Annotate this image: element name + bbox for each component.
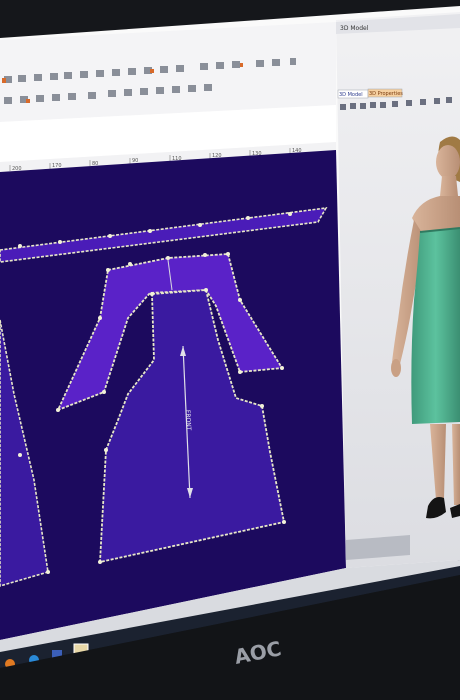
avatar-head: [436, 145, 460, 179]
avatar-dress: [411, 228, 460, 424]
3d-panel-title: 3D Model: [340, 25, 369, 32]
avatar-neck: [440, 176, 458, 196]
tab-3d-model-label: 3D Model: [339, 92, 363, 98]
piece-label-front: FRONT: [184, 410, 192, 431]
avatar-hand: [391, 359, 401, 377]
tab-3d-properties-label: 3D Properties: [369, 91, 403, 97]
photo-scene: 200 170 80 90 110 120 130 140 FRONT 3D M…: [0, 0, 460, 700]
photo-svg: 200 170 80 90 110 120 130 140 FRONT 3D M…: [0, 0, 460, 700]
